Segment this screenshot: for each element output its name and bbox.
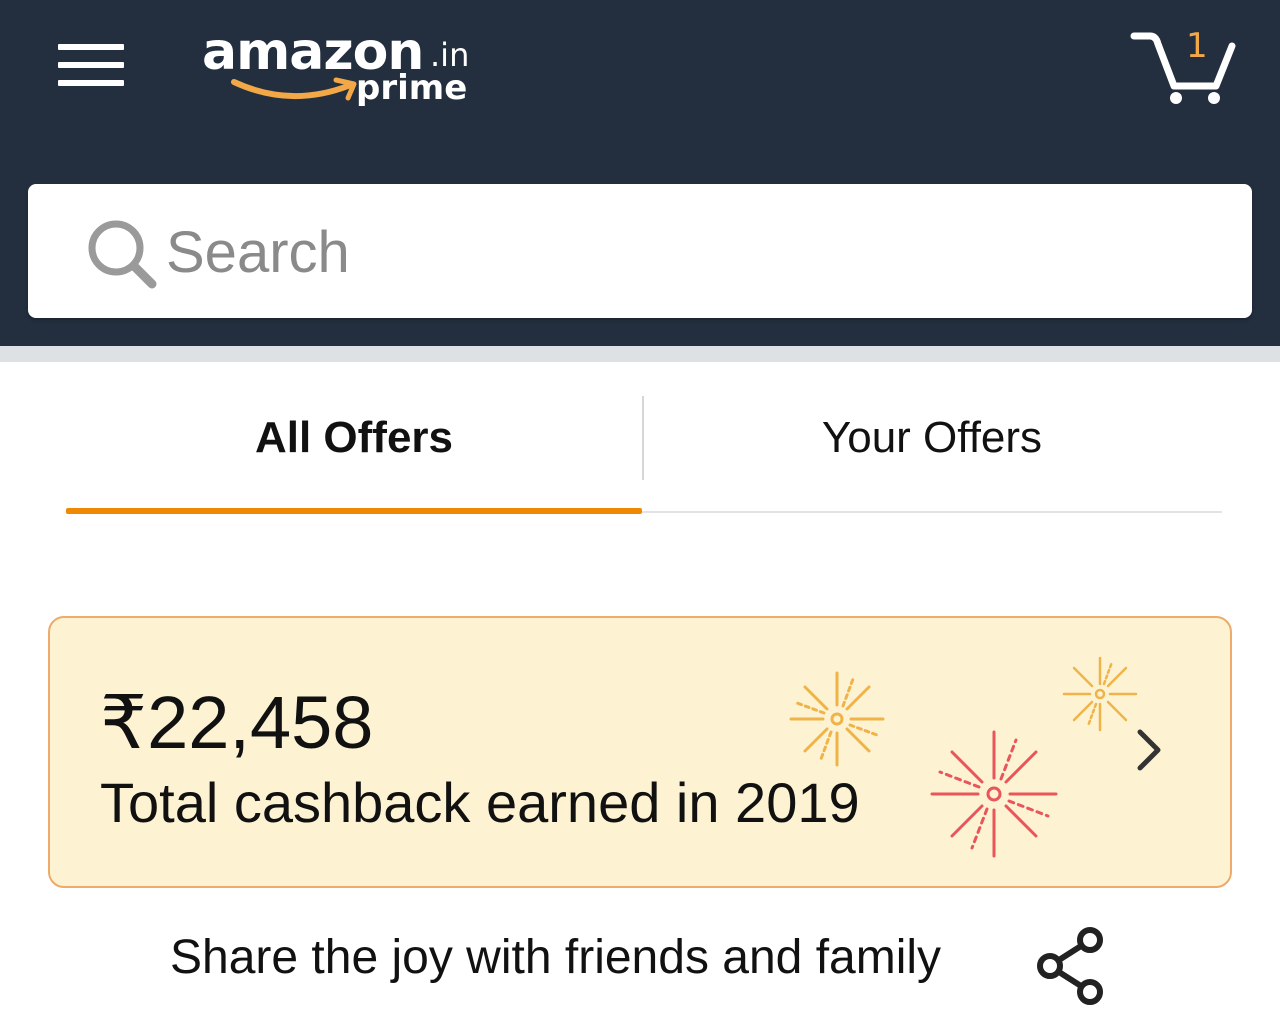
share-label: Share the joy with friends and family <box>170 931 942 984</box>
top-navigation-bar: amazon .in prime 1 <box>0 0 1280 346</box>
tab-your-offers[interactable]: Your Offers <box>644 390 1220 486</box>
header-separator <box>0 346 1280 362</box>
firework-icon <box>1062 656 1138 732</box>
active-tab-indicator <box>66 508 642 514</box>
firework-icon <box>930 730 1058 858</box>
cart-button[interactable]: 1 <box>1128 24 1240 110</box>
cashback-label: Total cashback earned in 2019 <box>100 771 860 834</box>
tab-baseline <box>642 511 1222 513</box>
cart-count-badge: 1 <box>1186 26 1208 66</box>
amazon-prime-logo[interactable]: amazon .in prime <box>200 12 490 112</box>
tab-all-offers[interactable]: All Offers <box>66 390 642 486</box>
amazon-smile-icon <box>231 77 357 101</box>
hamburger-menu-icon[interactable] <box>54 38 128 94</box>
share-row[interactable]: Share the joy with friends and family <box>170 926 1130 1005</box>
cashback-amount: ₹22,458 <box>100 681 374 764</box>
cashback-summary-card[interactable]: ₹22,458 Total cashback earned in 2019 <box>48 616 1232 888</box>
share-icon[interactable] <box>1032 926 1112 1006</box>
chevron-right-icon <box>1137 729 1161 771</box>
search-icon <box>88 220 157 289</box>
logo-prime-label: prime <box>356 68 468 108</box>
shopping-cart-icon <box>1130 32 1236 104</box>
firework-icon <box>789 671 885 767</box>
search-bar[interactable] <box>28 184 1252 318</box>
search-input[interactable] <box>164 208 1208 296</box>
